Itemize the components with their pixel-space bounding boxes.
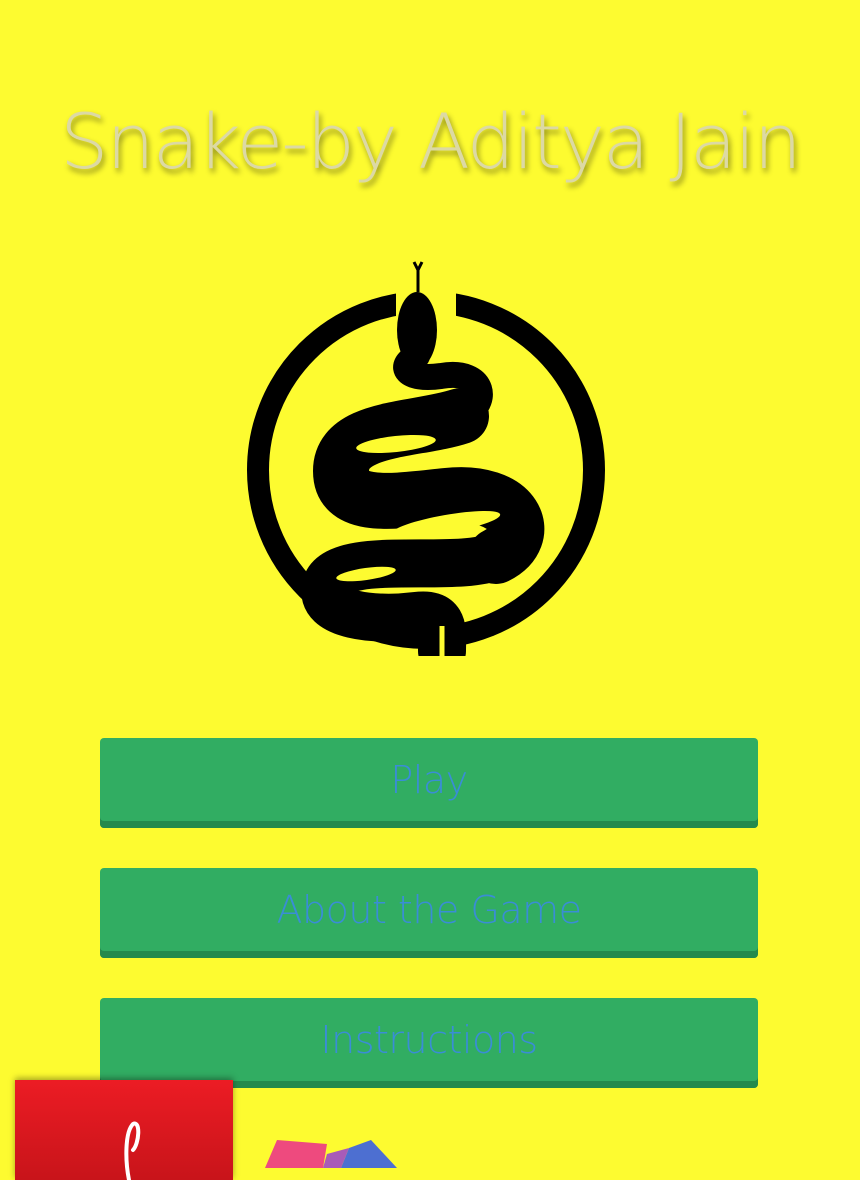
game-title: Snake-by Aditya Jain [60, 97, 802, 186]
play-button[interactable]: Play [100, 738, 758, 828]
red-badge[interactable] [15, 1080, 233, 1180]
colorful-shapes-icon [265, 1140, 397, 1168]
instructions-button[interactable]: Instructions [100, 998, 758, 1088]
snake-circle-icon [247, 261, 605, 656]
about-the-game-button[interactable]: About the Game [100, 868, 758, 958]
app-logo-icon [124, 1121, 141, 1180]
